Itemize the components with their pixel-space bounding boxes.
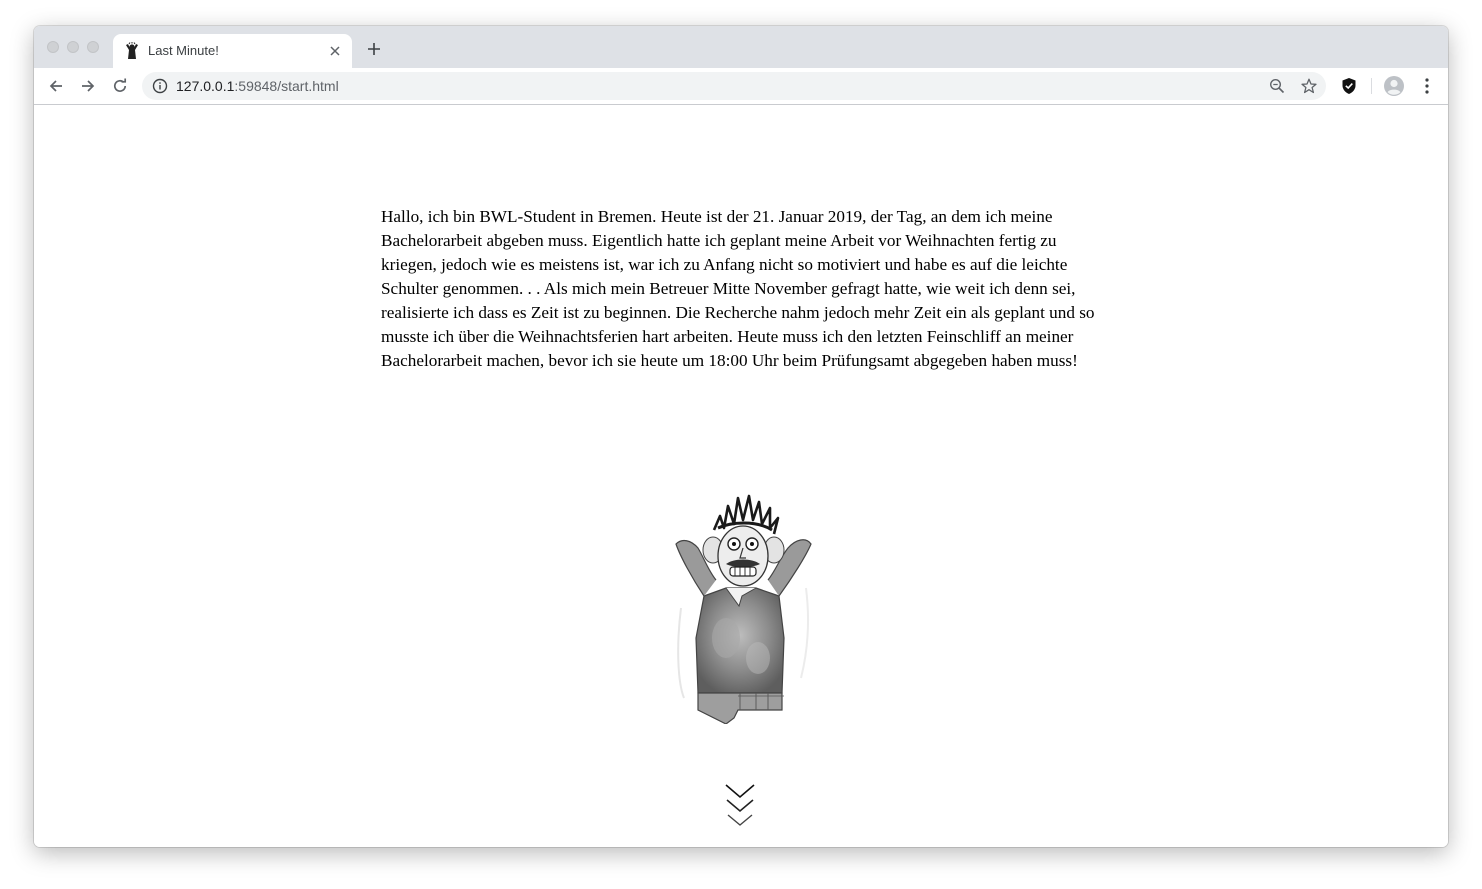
url-host: 127.0.0.1	[176, 78, 235, 94]
zoom-window-button[interactable]	[87, 41, 99, 53]
info-icon[interactable]	[152, 78, 168, 94]
address-bar[interactable]: 127.0.0.1:59848/start.html	[142, 72, 1326, 100]
stressed-man-favicon-icon	[126, 42, 138, 59]
tab-last-minute[interactable]: Last Minute!	[113, 34, 352, 68]
toolbar-divider	[1371, 78, 1372, 94]
story-text: Hallo, ich bin BWL-Student in Bremen. He…	[381, 207, 1095, 370]
more-vert-icon[interactable]	[1416, 75, 1438, 97]
close-icon[interactable]	[326, 42, 344, 60]
tab-title: Last Minute!	[148, 43, 219, 58]
browser-toolbar: 127.0.0.1:59848/start.html	[34, 68, 1448, 105]
arrow-left-icon[interactable]	[44, 74, 68, 98]
minimize-window-button[interactable]	[67, 41, 79, 53]
shield-icon[interactable]	[1338, 75, 1360, 97]
url-port: :59848	[234, 78, 278, 94]
triple-chevron-down-icon[interactable]	[723, 782, 757, 832]
zoom-out-icon[interactable]	[1268, 77, 1286, 95]
url-path: /start.html	[277, 78, 339, 94]
plus-icon[interactable]	[362, 37, 386, 61]
arrow-right-icon[interactable]	[76, 74, 100, 98]
url-text[interactable]: 127.0.0.1:59848/start.html	[176, 78, 339, 94]
tab-strip: Last Minute!	[34, 26, 1448, 68]
stressed-student-illustration	[675, 494, 812, 724]
page-content: Hallo, ich bin BWL-Student in Bremen. He…	[34, 105, 1448, 847]
close-window-button[interactable]	[47, 41, 59, 53]
star-icon[interactable]	[1300, 77, 1318, 95]
browser-window: Last Minute! 127.0.0.1:59848/start.html	[34, 26, 1448, 847]
profile-avatar-icon[interactable]	[1383, 75, 1405, 97]
reload-icon[interactable]	[108, 74, 132, 98]
